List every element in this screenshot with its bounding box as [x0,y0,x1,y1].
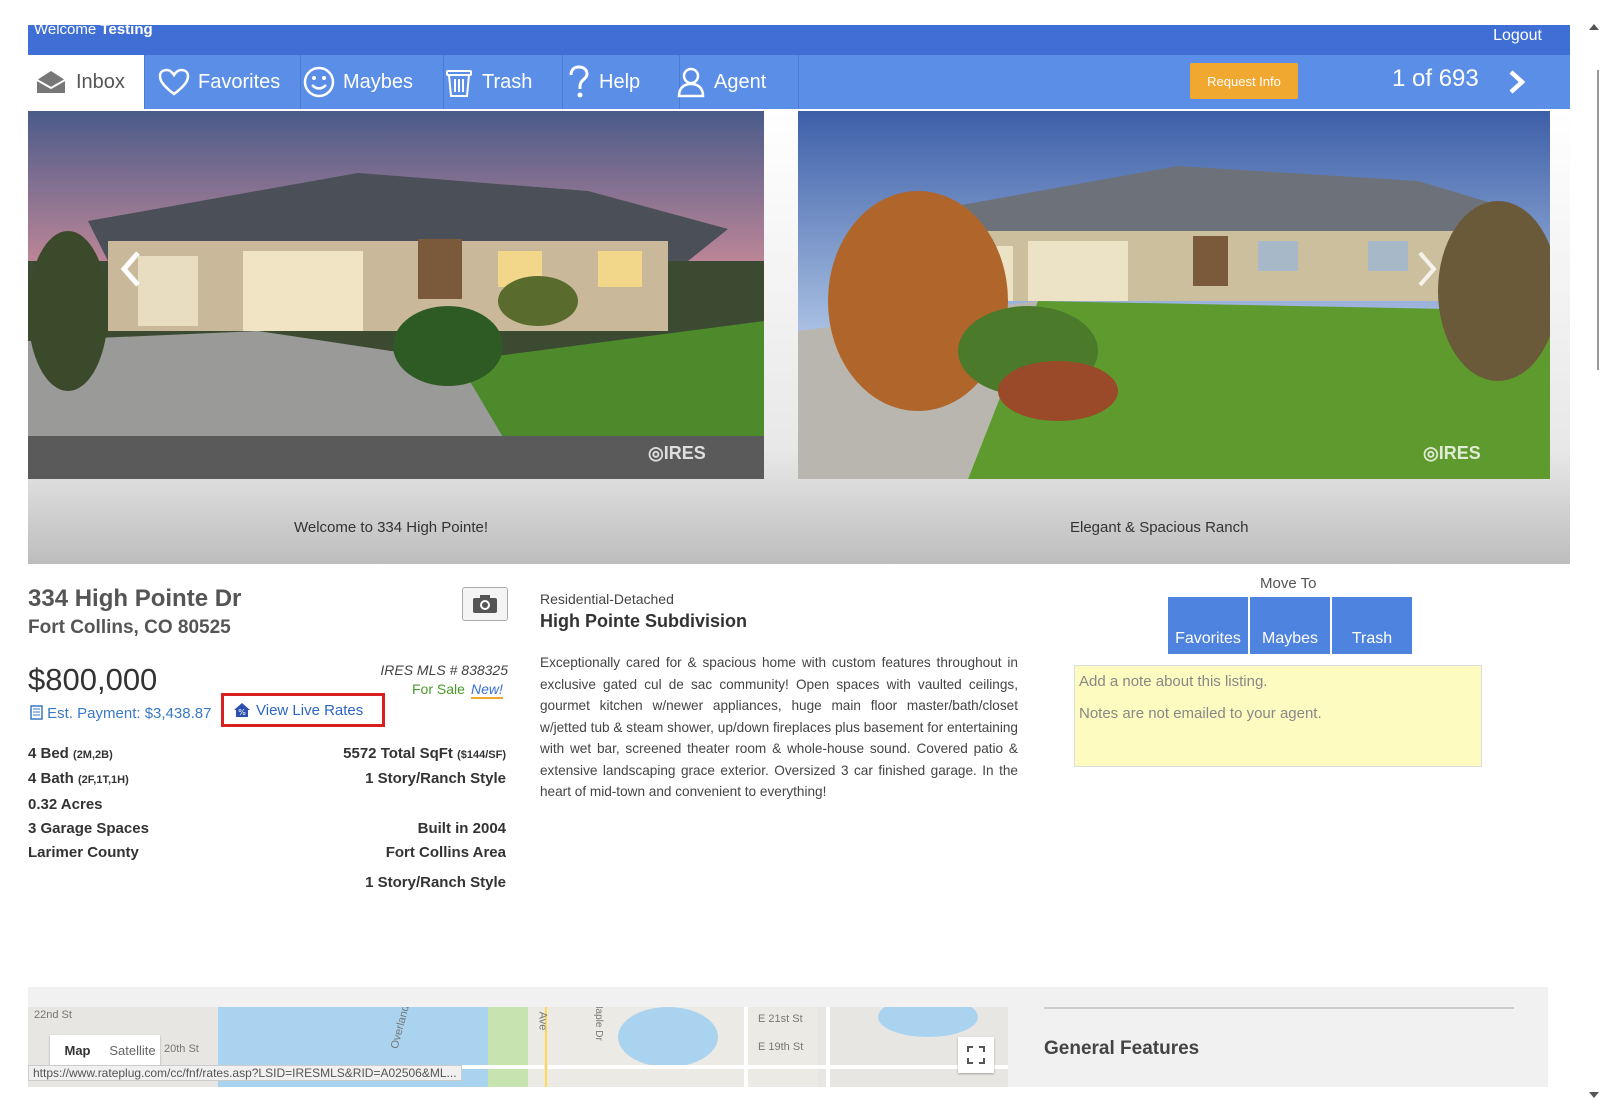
live-rates-text: View Live Rates [256,701,364,719]
listing-page: Welcome Testing Logout Inbox Favorites M… [28,21,1570,1115]
scroll-down-icon[interactable] [1588,1090,1600,1100]
street-label: E 21st St [758,1013,803,1025]
street-label: Ave [536,1011,549,1031]
spec-garage: 3 Garage Spaces [28,820,149,837]
spec-bedrooms: 4 Bed (2M,2B) [28,745,113,762]
est-payment-text: Est. Payment: $3,438.87 [47,705,212,722]
camera-icon [473,595,497,613]
move-to-label: Move To [1260,575,1317,592]
move-to-favorites-button[interactable]: Favorites [1168,597,1248,654]
note-hint: Notes are not emailed to your agent. [1079,705,1322,722]
inbox-icon [36,71,66,93]
section-divider [1044,1007,1514,1009]
address-city: Fort Collins, CO 80525 [28,617,231,638]
street-label: E 19th St [758,1041,804,1053]
welcome-bar: Welcome Testing Logout [28,21,1570,55]
note-placeholder: Add a note about this listing. [1079,673,1268,690]
watermark-logo: ◎IRES [648,443,706,463]
spec-area: Fort Collins Area [385,844,506,861]
prev-photo-icon[interactable] [120,249,142,289]
question-icon [569,65,589,98]
spec-style-2: 1 Story/Ranch Style [365,874,506,891]
heart-icon [158,68,190,96]
tab-label: Favorites [198,70,281,93]
listing-photo[interactable]: ◎IRES [798,111,1550,479]
scrollbar[interactable] [1592,70,1604,370]
listing-photo[interactable]: ◎IRES [28,111,764,479]
tab-label: Maybes [343,70,414,93]
tab-inbox[interactable]: Inbox [28,55,145,109]
person-icon [677,67,705,98]
svg-text:%: % [238,708,246,717]
listing-counter: 1 of 693 [1392,65,1479,92]
request-info-button[interactable]: Request Info [1190,63,1298,99]
tab-maybes[interactable]: Maybes [287,55,444,109]
address-street: 334 High Pointe Dr [28,585,242,612]
scroll-up-icon[interactable] [1588,22,1600,32]
status-bar-url: https://www.rateplug.com/cc/fnf/rates.as… [28,1065,462,1081]
photos-button[interactable] [462,587,508,621]
listing-price: $800,000 [28,662,158,697]
move-to-buttons: Favorites Maybes Trash [1168,597,1412,654]
spec-sqft: 5572 Total SqFt ($144/SF) [343,745,506,762]
listing-note-field[interactable]: Add a note about this listing. Notes are… [1074,665,1482,767]
username: Testing [100,21,153,38]
map-type-control: Map Satellite [50,1035,160,1065]
spec-bathrooms: 4 Bath (2F,1T,1H) [28,770,129,787]
photo-caption: Welcome to 334 High Pointe! [294,519,488,536]
new-badge: New! [471,681,503,699]
watermark-logo: ◎IRES [1423,443,1481,463]
tab-trash[interactable]: Trash [428,55,563,109]
photo-caption: Elegant & Spacious Ranch [1070,519,1249,536]
calculator-icon [30,705,43,720]
listing-description: Exceptionally cared for & spacious home … [540,655,1018,799]
next-photo-icon[interactable] [1416,249,1438,289]
general-features-heading: General Features [1044,1038,1200,1059]
mls-number: IRES MLS # 838325 [380,662,508,678]
tab-label: Help [599,70,641,93]
satellite-view-button[interactable]: Satellite [105,1043,160,1058]
property-type: Residential-Detached [540,591,674,607]
nav-bar: Inbox Favorites Maybes Trash Help Agent … [28,55,1570,109]
tab-label: Agent [714,70,767,93]
street-label: 20th St [164,1043,199,1055]
spec-style: 1 Story/Ranch Style [365,770,506,787]
move-to-maybes-button[interactable]: Maybes [1250,597,1330,654]
move-to-trash-button[interactable]: Trash [1332,597,1412,654]
subdivision-name: High Pointe Subdivision [540,611,747,631]
spec-county: Larimer County [28,844,139,861]
street-label: 22nd St [34,1009,72,1021]
tab-label: Inbox [76,70,125,93]
tab-favorites[interactable]: Favorites [144,55,301,109]
spec-built: Built in 2004 [417,820,506,837]
listing-status: For Sale [412,681,465,697]
map-view-button[interactable]: Map [50,1043,105,1058]
welcome-text: Welcome Testing [34,21,153,38]
rates-icon: % [234,703,250,717]
tab-agent[interactable]: Agent [660,55,799,109]
spec-acres: 0.32 Acres [28,796,103,813]
street-label: Maple Dr [592,1007,604,1041]
tab-label: Trash [482,70,533,93]
est-payment-link[interactable]: Est. Payment: $3,438.87 [30,705,211,722]
view-live-rates-link[interactable]: % View Live Rates [221,693,385,727]
next-listing-icon[interactable] [1508,69,1526,95]
photo-carousel: ◎IRES ◎IRES Welcome to 334 High Pointe! … [28,109,1570,564]
fullscreen-icon [967,1046,985,1064]
trash-icon [446,70,472,97]
logout-link[interactable]: Logout [1493,27,1542,45]
smiley-icon [303,66,335,98]
fullscreen-button[interactable] [958,1037,994,1073]
